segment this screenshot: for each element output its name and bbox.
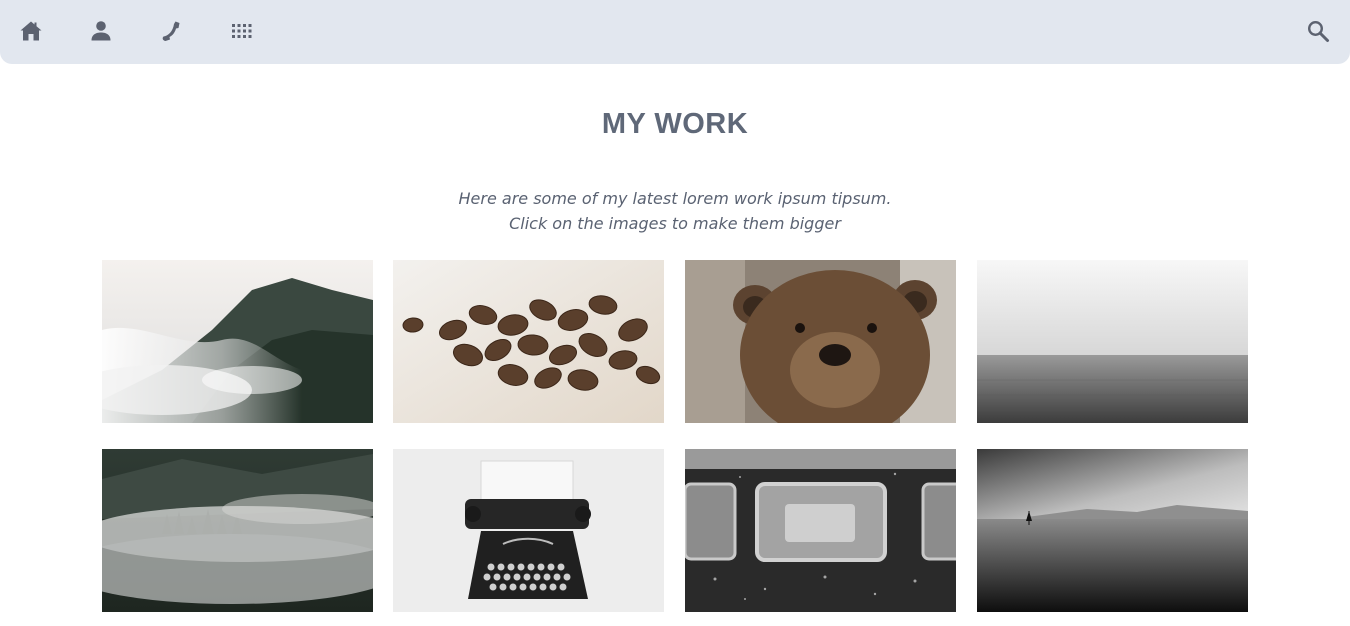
home-icon	[20, 21, 42, 41]
user-icon	[91, 21, 111, 41]
subtitle-line: Here are some of my latest lorem work ip…	[458, 189, 892, 208]
search-button[interactable]	[1298, 12, 1338, 50]
gallery-image-brown-bear[interactable]	[685, 260, 956, 423]
gallery-image-coffee-beans[interactable]	[393, 260, 664, 423]
gallery-image-typewriter[interactable]	[393, 449, 664, 612]
image-gallery	[102, 260, 1248, 612]
apps-button[interactable]	[221, 12, 261, 50]
home-button[interactable]	[11, 12, 51, 50]
profile-button[interactable]	[81, 12, 121, 50]
top-navigation-bar	[0, 0, 1350, 64]
subtitle-line: Click on the images to make them bigger	[509, 214, 841, 233]
page-subtitle: Here are some of my latest lorem work ip…	[0, 186, 1350, 236]
phone-icon	[162, 21, 180, 41]
gallery-image-foggy-sea[interactable]	[977, 260, 1248, 423]
gallery-image-fog-over-forest[interactable]	[102, 449, 373, 612]
gallery-image-misty-mountain[interactable]	[102, 260, 373, 423]
contact-button[interactable]	[151, 12, 191, 50]
grid-icon	[232, 24, 252, 38]
gallery-image-sailboat-on-sea[interactable]	[977, 449, 1248, 612]
gallery-image-train-window[interactable]	[685, 449, 956, 612]
page-title: MY WORK	[601, 108, 749, 140]
search-icon	[1307, 20, 1329, 42]
